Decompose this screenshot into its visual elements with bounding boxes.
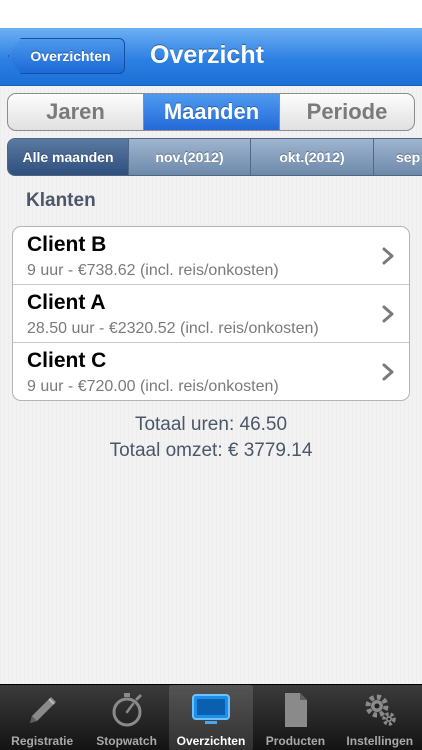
tab-label: Registratie [11,734,74,748]
page-title: Overzicht [150,41,264,69]
client-list: Client B 9 uur - €738.62 (incl. reis/onk… [12,226,410,401]
document-icon [285,693,308,727]
tab-label: Producten [265,734,326,748]
tab-label: Stopwatch [96,734,157,748]
period-segmented-control: Jaren Maanden Periode [7,93,415,131]
back-button[interactable]: Overzichten [8,38,125,74]
tab-producten[interactable]: Producten [253,685,337,750]
totals-summary: Totaal uren: 46.50 Totaal omzet: € 3779.… [0,412,422,464]
tab-registratie[interactable]: Registratie [0,685,84,750]
client-name: Client B [27,233,107,256]
month-sep[interactable]: sep [374,139,422,175]
segment-maanden[interactable]: Maanden [144,94,280,130]
tab-label: Overzichten [176,734,246,748]
client-row-c[interactable]: Client C 9 uur - €720.00 (incl. reis/onk… [13,343,409,400]
segment-periode[interactable]: Periode [280,94,414,130]
chevron-right-icon [382,247,394,265]
monitor-icon [191,694,230,724]
total-hours: Totaal uren: 46.50 [134,414,288,435]
month-okt-2012[interactable]: okt.(2012) [251,139,374,175]
total-revenue: Totaal omzet: € 3779.14 [109,440,313,461]
stopwatch-icon [112,693,142,727]
tab-overzichten[interactable]: Overzichten [168,685,254,750]
client-name: Client C [27,349,107,372]
tab-stopwatch[interactable]: Stopwatch [84,685,168,750]
content-area: Jaren Maanden Periode Alle maanden nov.(… [0,86,422,684]
section-title-klanten: Klanten [26,190,96,211]
status-bar [0,0,422,28]
client-detail: 28.50 uur - €2320.52 (incl. reis/onkoste… [27,320,319,337]
tab-instellingen[interactable]: Instellingen [338,685,422,750]
segment-jaren[interactable]: Jaren [8,94,144,130]
chevron-right-icon [382,305,394,323]
tab-label: Instellingen [346,734,414,748]
client-detail: 9 uur - €720.00 (incl. reis/onkosten) [27,378,279,395]
month-all[interactable]: Alle maanden [8,139,129,175]
client-row-b[interactable]: Client B 9 uur - €738.62 (incl. reis/onk… [13,227,409,285]
gears-icon [365,694,396,726]
navigation-bar: Overzichten Overzicht [0,28,422,86]
pencil-icon [30,697,57,723]
month-nov-2012[interactable]: nov.(2012) [129,139,251,175]
client-detail: 9 uur - €738.62 (incl. reis/onkosten) [27,262,279,279]
month-selector: Alle maanden nov.(2012) okt.(2012) sep [7,138,422,176]
client-row-a[interactable]: Client A 28.50 uur - €2320.52 (incl. rei… [13,285,409,343]
client-name: Client A [27,291,106,314]
tab-bar: Registratie Stopwatch Overzichten Produc… [0,684,422,750]
chevron-right-icon [382,363,394,381]
